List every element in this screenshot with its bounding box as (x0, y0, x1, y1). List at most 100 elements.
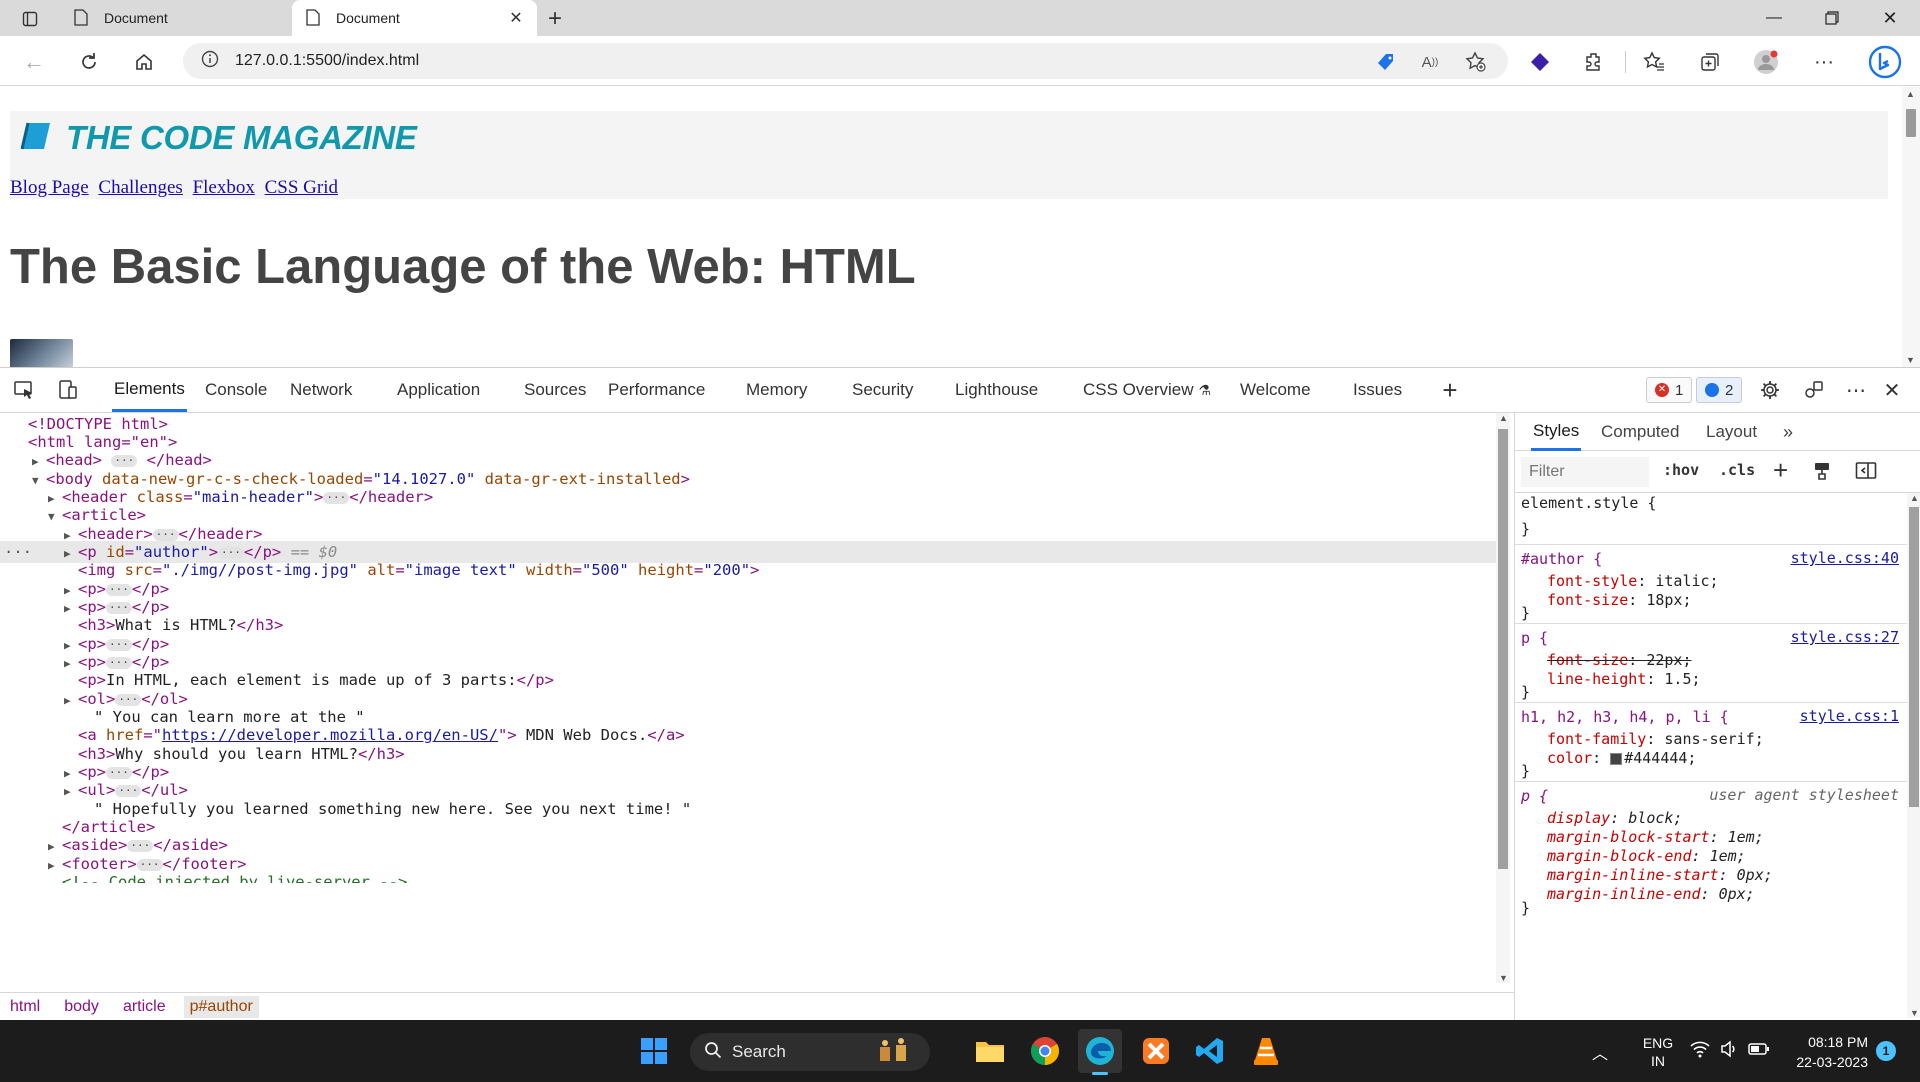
minimize-icon[interactable]: ― (1746, 0, 1802, 36)
ellipsis-badge[interactable]: ··· (115, 693, 142, 706)
tab-memory[interactable]: Memory (746, 368, 807, 412)
breadcrumb-article[interactable]: article (123, 998, 166, 1016)
new-tab-icon[interactable]: + (542, 5, 568, 32)
file-explorer-icon[interactable] (968, 1029, 1012, 1073)
scroll-down-icon[interactable]: ▼ (1910, 1008, 1919, 1018)
home-icon[interactable] (128, 46, 160, 78)
error-count-badge[interactable]: ✕ 1 (1646, 377, 1693, 403)
rule-source-link[interactable]: style.css:1 (1800, 707, 1899, 725)
customize-devtools-icon[interactable] (1800, 376, 1828, 404)
nav-link-blog[interactable]: Blog Page (10, 177, 89, 198)
rule-source-link[interactable]: style.css:40 (1791, 549, 1899, 567)
rule-selector[interactable]: h1, h2, h3, h4, p, li { (1521, 707, 1729, 727)
clock[interactable]: 08:18 PM 22-03-2023 (1778, 1032, 1868, 1072)
ellipsis-badge[interactable]: ··· (106, 583, 132, 596)
xampp-icon[interactable] (1134, 1029, 1178, 1073)
ellipsis-badge[interactable]: ··· (115, 784, 142, 797)
scrollbar-thumb[interactable] (1909, 507, 1919, 807)
breadcrumb-html[interactable]: html (10, 998, 40, 1016)
ellipsis-badge[interactable]: ··· (218, 546, 244, 559)
restore-icon[interactable] (1804, 0, 1860, 36)
ellipsis-badge[interactable]: ··· (106, 656, 132, 669)
notification-badge[interactable]: 1 (1876, 1041, 1896, 1061)
css-declaration[interactable]: color: #444444; (1547, 748, 1696, 768)
bing-chat-icon[interactable] (1865, 42, 1905, 82)
close-tab-icon[interactable]: ✕ (507, 9, 525, 27)
css-value[interactable]: 18px; (1646, 591, 1691, 609)
add-favorite-icon[interactable] (1460, 46, 1492, 78)
close-window-icon[interactable]: ✕ (1862, 0, 1918, 36)
css-declaration[interactable]: font-size: 18px; (1547, 590, 1692, 610)
nav-link-challenges[interactable]: Challenges (98, 177, 182, 198)
css-value[interactable]: sans-serif; (1664, 730, 1763, 748)
extension-diamond-icon[interactable] (1524, 46, 1556, 78)
ellipsis-badge[interactable]: ··· (106, 638, 132, 651)
ellipsis-badge[interactable]: ··· (152, 528, 179, 541)
element-state-icon[interactable] (1813, 461, 1831, 486)
scroll-down-icon[interactable]: ▼ (1906, 355, 1915, 365)
tab-css-overview[interactable]: CSS Overview ⚗ (1083, 368, 1211, 412)
vscode-icon[interactable] (1188, 1029, 1232, 1073)
tab-lighthouse[interactable]: Lighthouse (955, 368, 1038, 412)
scrollbar-thumb[interactable] (1906, 109, 1916, 137)
scroll-down-icon[interactable]: ▼ (1499, 973, 1508, 983)
nav-link-css-grid[interactable]: CSS Grid (265, 177, 338, 198)
ellipsis-badge[interactable]: ··· (111, 454, 138, 467)
scroll-up-icon[interactable]: ▲ (1910, 493, 1919, 503)
close-devtools-icon[interactable]: ✕ (1878, 376, 1906, 404)
css-value[interactable]: italic; (1655, 572, 1718, 590)
windows-start-icon[interactable] (632, 1029, 676, 1073)
favorites-icon[interactable] (1638, 46, 1670, 78)
tab-welcome[interactable]: Welcome (1240, 368, 1311, 412)
scrollbar-thumb[interactable] (1498, 429, 1508, 869)
breadcrumb-p-author[interactable]: p#author (183, 995, 259, 1018)
ellipsis-badge[interactable]: ··· (106, 766, 132, 779)
css-value[interactable]: 1.5; (1664, 670, 1700, 688)
shopping-tag-icon[interactable] (1370, 46, 1402, 78)
css-value[interactable]: #444444; (1624, 749, 1696, 767)
tab-actions-icon[interactable] (17, 6, 43, 32)
vlc-icon[interactable] (1244, 1029, 1288, 1073)
css-declaration[interactable]: font-family: sans-serif; (1547, 729, 1764, 749)
refresh-icon[interactable] (73, 46, 105, 78)
extensions-icon[interactable] (1578, 46, 1610, 78)
more-menu-icon[interactable]: ··· (1808, 46, 1840, 78)
rule-selector[interactable]: #author { (1521, 549, 1602, 569)
scroll-up-icon[interactable]: ▲ (1499, 413, 1508, 423)
tab-console[interactable]: Console (205, 368, 267, 412)
message-count-badge[interactable]: 2 (1696, 377, 1743, 403)
rule-selector[interactable]: p { (1521, 628, 1548, 648)
tab-styles[interactable]: Styles (1531, 413, 1582, 451)
more-tabs-plus-icon[interactable]: + (1436, 375, 1464, 405)
tab-performance[interactable]: Performance (608, 368, 705, 412)
styles-filter-input[interactable] (1521, 457, 1649, 487)
collections-icon[interactable] (1694, 46, 1726, 78)
ellipsis-badge[interactable]: ··· (323, 491, 350, 504)
device-toolbar-icon[interactable] (54, 376, 82, 404)
tab-application[interactable]: Application (397, 368, 480, 412)
ellipsis-badge[interactable]: ··· (106, 601, 132, 614)
rule-selector[interactable]: element.style { (1521, 493, 1656, 513)
nav-link-flexbox[interactable]: Flexbox (193, 177, 255, 198)
edge-icon[interactable] (1078, 1029, 1122, 1075)
browser-tab-active[interactable]: Document ✕ (292, 0, 537, 36)
dom-tree-scrollbar[interactable]: ▲ ▼ (1496, 413, 1510, 983)
css-value[interactable]: 22px; (1646, 651, 1691, 669)
show-hidden-icons-chevron-icon[interactable]: ︿ (1592, 1040, 1608, 1064)
inspect-element-icon[interactable] (10, 376, 38, 404)
ellipsis-badge[interactable]: ··· (136, 858, 163, 871)
tab-issues[interactable]: Issues (1353, 368, 1402, 412)
rule-source-link[interactable]: style.css:27 (1791, 628, 1899, 646)
styles-scrollbar[interactable]: ▲ ▼ (1907, 493, 1920, 1018)
page-scrollbar[interactable]: ▲ ▼ (1902, 87, 1920, 367)
settings-gear-icon[interactable] (1756, 376, 1784, 404)
ellipsis-badge[interactable]: ··· (127, 839, 154, 852)
address-bar[interactable]: 127.0.0.1:5500/index.html (183, 43, 1508, 79)
css-declaration[interactable]: line-height: 1.5; (1547, 669, 1701, 689)
back-icon[interactable]: ← (18, 46, 50, 78)
language-indicator[interactable]: ENG IN (1636, 1034, 1680, 1070)
hov-toggle[interactable]: :hov (1663, 461, 1699, 479)
css-declaration-overridden[interactable]: font-size: 22px; (1547, 650, 1692, 670)
devtools-more-icon[interactable]: ⋯ (1842, 376, 1870, 404)
href-link[interactable]: https://developer.mozilla.org/en-US/ (162, 726, 498, 744)
